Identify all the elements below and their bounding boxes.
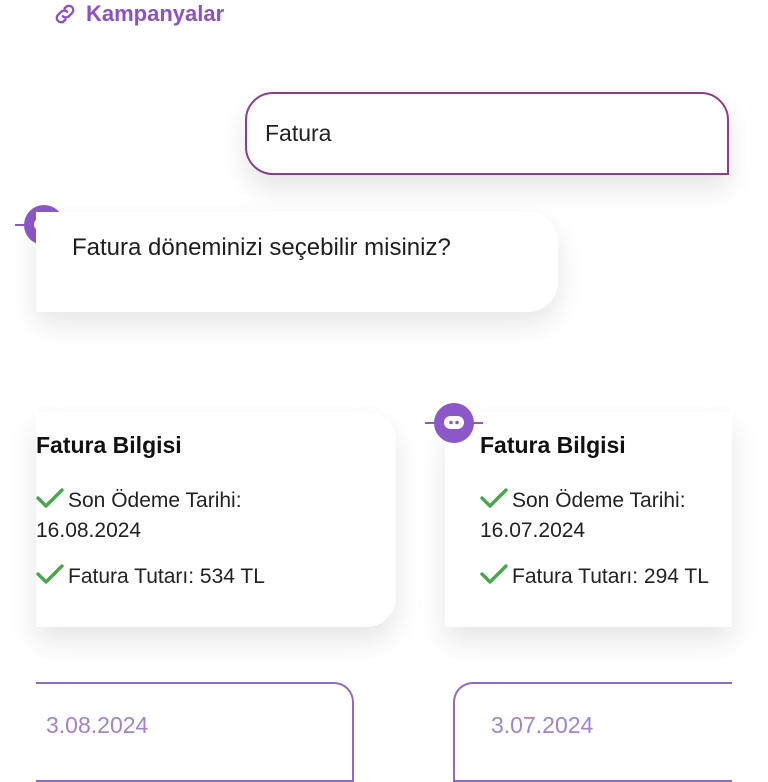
- period-option-button[interactable]: 3.07.2024: [453, 682, 732, 782]
- campaigns-link-label: Kampanyalar: [86, 1, 225, 26]
- user-message-bubble: Fatura: [245, 92, 729, 175]
- due-date-label: Son Ödeme Tarihi:: [512, 489, 686, 512]
- check-icon: [36, 488, 64, 508]
- invoice-amount-row: Fatura Tutarı: 534 TL: [36, 562, 265, 592]
- bot-message-text: Fatura döneminizi seçebilir misiniz?: [72, 234, 451, 261]
- due-date-label: Son Ödeme Tarihi:: [68, 489, 242, 512]
- chatbot-icon: [444, 416, 464, 429]
- invoice-card-title: Fatura Bilgisi: [480, 432, 626, 458]
- due-date-value: 16.07.2024: [480, 519, 586, 542]
- invoice-card[interactable]: Fatura Bilgisi Son Ödeme Tarihi: 16.07.2…: [445, 412, 732, 627]
- link-icon: [55, 4, 75, 24]
- invoice-amount: Fatura Tutarı: 534 TL: [68, 565, 265, 588]
- check-icon: [36, 564, 64, 584]
- check-icon: [480, 488, 508, 508]
- period-option-label: 3.07.2024: [491, 712, 594, 738]
- campaigns-link[interactable]: Kampanyalar: [52, 0, 224, 28]
- due-date-row: Son Ödeme Tarihi:: [36, 486, 242, 516]
- invoice-amount-row: Fatura Tutarı: 294 TL: [480, 562, 709, 592]
- invoice-amount: Fatura Tutarı: 294 TL: [512, 565, 709, 588]
- period-option-button[interactable]: 3.08.2024: [36, 682, 354, 782]
- due-date-row: Son Ödeme Tarihi:: [480, 486, 686, 516]
- bot-avatar: [425, 403, 483, 443]
- period-option-label: 3.08.2024: [46, 712, 149, 738]
- user-message-text: Fatura: [265, 120, 332, 146]
- invoice-card-title: Fatura Bilgisi: [36, 432, 182, 458]
- due-date-value: 16.08.2024: [36, 519, 142, 542]
- bot-message-bubble: Fatura döneminizi seçebilir misiniz?: [36, 212, 558, 312]
- invoice-card[interactable]: Fatura Bilgisi Son Ödeme Tarihi: 16.08.2…: [36, 412, 396, 627]
- check-icon: [480, 564, 508, 584]
